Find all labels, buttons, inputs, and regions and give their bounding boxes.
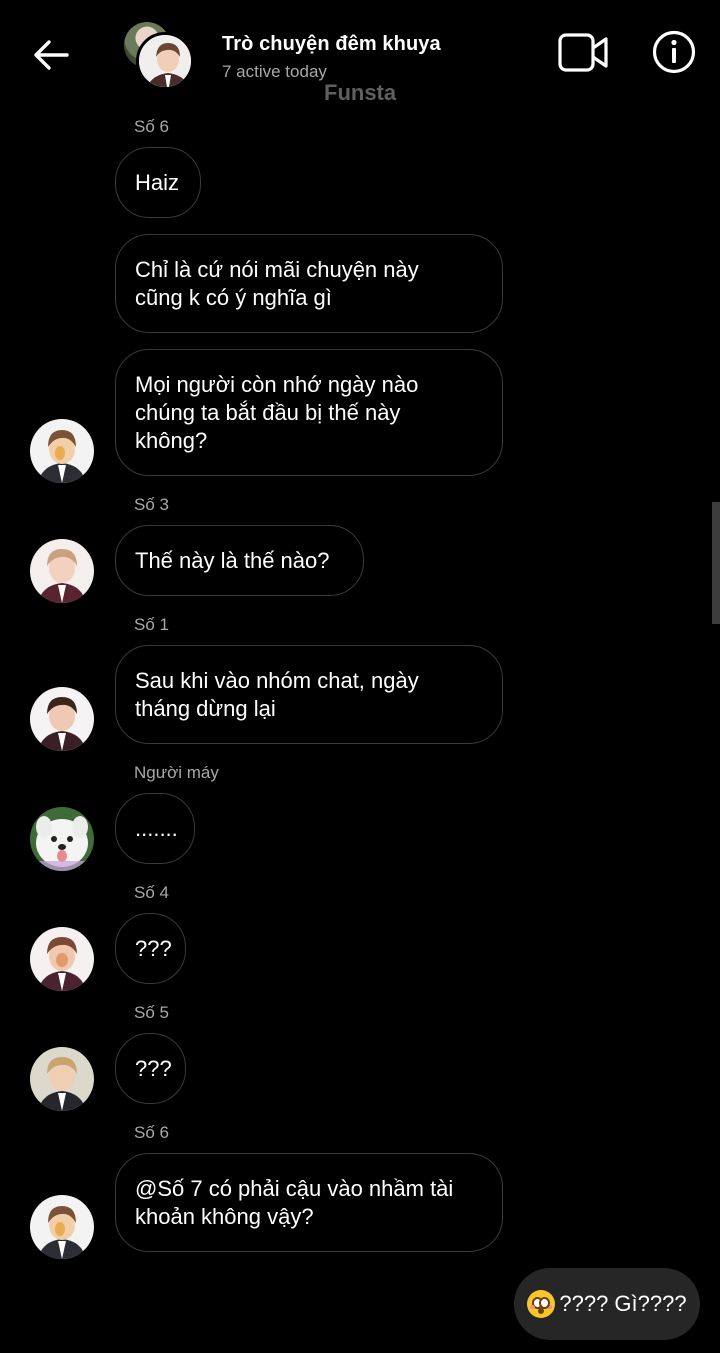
video-camera-icon [558,33,608,72]
sender-name: Người máy [134,763,219,782]
chat-title[interactable]: Trò chuyện đêm khuya [222,33,441,56]
message-text: @Số 7 có phải cậu vào nhầm tài khoản khô… [135,1175,454,1229]
avatar[interactable] [30,539,94,603]
avatar[interactable] [30,419,94,483]
message-bubble[interactable]: @Số 7 có phải cậu vào nhầm tài khoản khô… [115,1153,503,1252]
arrow-left-icon [34,40,69,70]
message-text: ....... [135,815,178,841]
sender-name: Số 5 [134,1003,169,1022]
avatar[interactable] [30,1047,94,1111]
video-call-button[interactable] [556,28,612,78]
back-button[interactable] [28,32,74,78]
message-text: Sau khi vào nhóm chat, ngày tháng dừng l… [135,667,419,721]
avatar[interactable] [30,807,94,871]
watermark: Funsta [324,80,397,105]
sender-name: Số 4 [134,883,169,902]
chat-screen: Trò chuyện đêm khuya 7 active today Funs… [0,0,720,1353]
message-text: Chỉ là cứ nói mãi chuyện này cũng k có ý… [135,256,419,310]
sender-name: Số 6 [134,1123,169,1142]
message-bubble[interactable]: Thế này là thế nào? [115,525,364,596]
message-bubble[interactable]: Mọi người còn nhớ ngày nào chúng ta bắt … [115,349,503,476]
message-text: Haiz [135,169,180,195]
info-icon [652,30,696,74]
message-text: Mọi người còn nhớ ngày nào chúng ta bắt … [135,371,419,453]
avatar[interactable] [30,927,94,991]
group-avatar-front [136,32,194,90]
sender-name: Số 1 [134,615,169,634]
chat-header: Trò chuyện đêm khuya 7 active today Funs… [0,0,720,110]
avatar[interactable] [30,687,94,751]
message-bubble[interactable]: ??? [115,1033,186,1104]
sender-name: Số 3 [134,495,169,514]
scrollbar[interactable] [712,502,720,624]
flushed-face-icon [527,1290,556,1318]
message-bubble[interactable]: Sau khi vào nhóm chat, ngày tháng dừng l… [115,645,503,744]
message-bubble[interactable]: Haiz [115,147,201,218]
message-bubble[interactable]: Chỉ là cứ nói mãi chuyện này cũng k có ý… [115,234,503,333]
group-avatar[interactable] [124,22,194,92]
message-bubble[interactable]: ....... [115,793,195,864]
message-text: ??? [135,1055,172,1081]
active-status: 7 active today [222,62,327,81]
my-message-bubble[interactable]: ???? Gì???? [514,1268,700,1340]
info-button[interactable] [650,28,698,76]
my-message-text: ???? Gì???? [559,1291,687,1316]
avatar[interactable] [30,1195,94,1259]
message-text: ??? [135,935,172,961]
message-bubble[interactable]: ??? [115,913,186,984]
sender-name: Số 6 [134,117,169,136]
message-text: Thế này là thế nào? [135,547,330,573]
